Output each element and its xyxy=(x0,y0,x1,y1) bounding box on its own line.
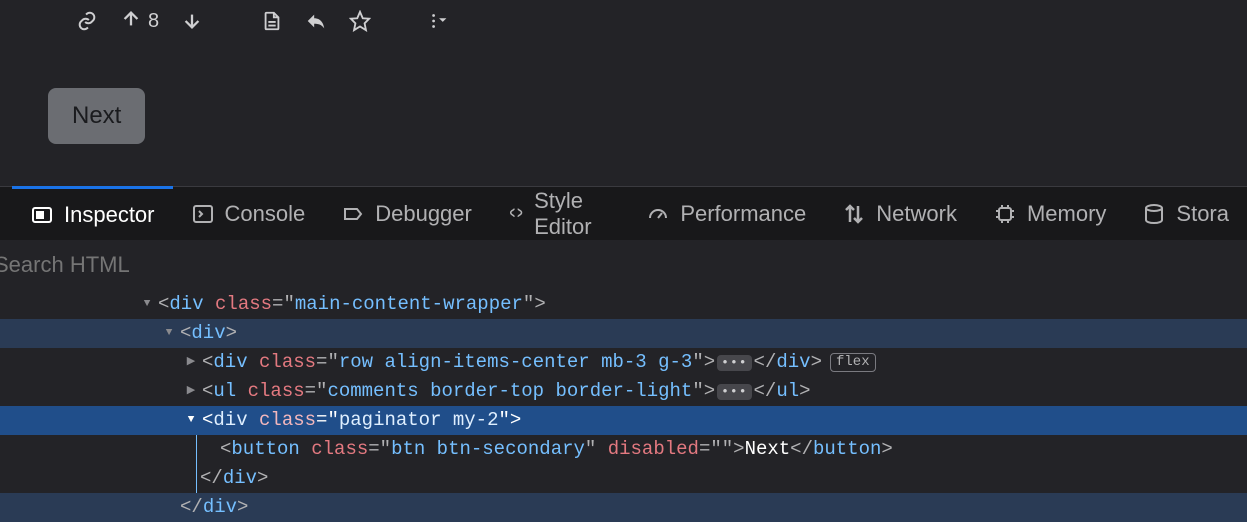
dom-line[interactable]: </div> xyxy=(0,464,1247,493)
tab-debugger[interactable]: Debugger xyxy=(323,187,490,240)
devtools-tabstrip: Inspector Console Debugger Style Editor … xyxy=(0,186,1247,240)
expand-toggle-icon[interactable]: ▶ xyxy=(184,354,198,371)
tab-label: Inspector xyxy=(64,202,155,228)
tab-console[interactable]: Console xyxy=(173,187,324,240)
dom-line[interactable]: <button class="btn btn-secondary" disabl… xyxy=(0,435,1247,464)
upvote-group: 8 xyxy=(120,8,159,35)
html-search-row xyxy=(0,240,1247,290)
downvote-icon[interactable] xyxy=(181,10,203,32)
tab-label: Performance xyxy=(680,201,806,227)
link-icon[interactable] xyxy=(76,10,98,32)
tab-network[interactable]: Network xyxy=(824,187,975,240)
expand-toggle-icon[interactable]: ▼ xyxy=(140,296,154,313)
tab-label: Debugger xyxy=(375,201,472,227)
tab-label: Memory xyxy=(1027,201,1106,227)
expand-toggle-icon[interactable]: ▶ xyxy=(184,383,198,400)
dom-line[interactable]: ▶ <div class="row align-items-center mb-… xyxy=(0,348,1247,377)
tab-memory[interactable]: Memory xyxy=(975,187,1124,240)
search-html-input[interactable] xyxy=(0,252,294,278)
next-button[interactable]: Next xyxy=(48,88,145,144)
tab-performance[interactable]: Performance xyxy=(628,187,824,240)
tab-style-editor[interactable]: Style Editor xyxy=(490,187,628,240)
flex-badge[interactable]: flex xyxy=(830,353,876,372)
expand-toggle-icon[interactable]: ▼ xyxy=(162,325,176,342)
tab-inspector[interactable]: Inspector xyxy=(12,186,173,240)
ellipsis-badge[interactable]: ••• xyxy=(717,355,751,371)
tab-label: Style Editor xyxy=(534,188,610,240)
document-icon[interactable] xyxy=(261,10,283,32)
tab-storage[interactable]: Stora xyxy=(1124,187,1247,240)
page-toolbar: 8 xyxy=(0,0,1247,36)
tab-label: Stora xyxy=(1176,201,1229,227)
reply-icon[interactable] xyxy=(305,10,327,32)
dom-line[interactable]: ▶ <ul class="comments border-top border-… xyxy=(0,377,1247,406)
dom-line[interactable]: ▼ <div class="main-content-wrapper"> xyxy=(0,290,1247,319)
webpage-viewport: Next xyxy=(0,36,1247,186)
upvote-icon[interactable] xyxy=(120,8,142,35)
vote-count: 8 xyxy=(148,10,159,33)
expand-toggle-icon[interactable]: ▼ xyxy=(184,412,198,429)
dom-line[interactable]: </div> xyxy=(0,493,1247,522)
star-icon[interactable] xyxy=(349,10,371,32)
dom-line-selected[interactable]: ▼ <div class="paginator my-2"> xyxy=(0,406,1247,435)
ellipsis-badge[interactable]: ••• xyxy=(717,384,751,400)
tab-label: Network xyxy=(876,201,957,227)
tab-label: Console xyxy=(225,201,306,227)
more-menu-icon[interactable] xyxy=(429,10,451,32)
dom-line[interactable]: ▼ <div> xyxy=(0,319,1247,348)
dom-tree[interactable]: ▼ <div class="main-content-wrapper"> ▼ <… xyxy=(0,290,1247,522)
